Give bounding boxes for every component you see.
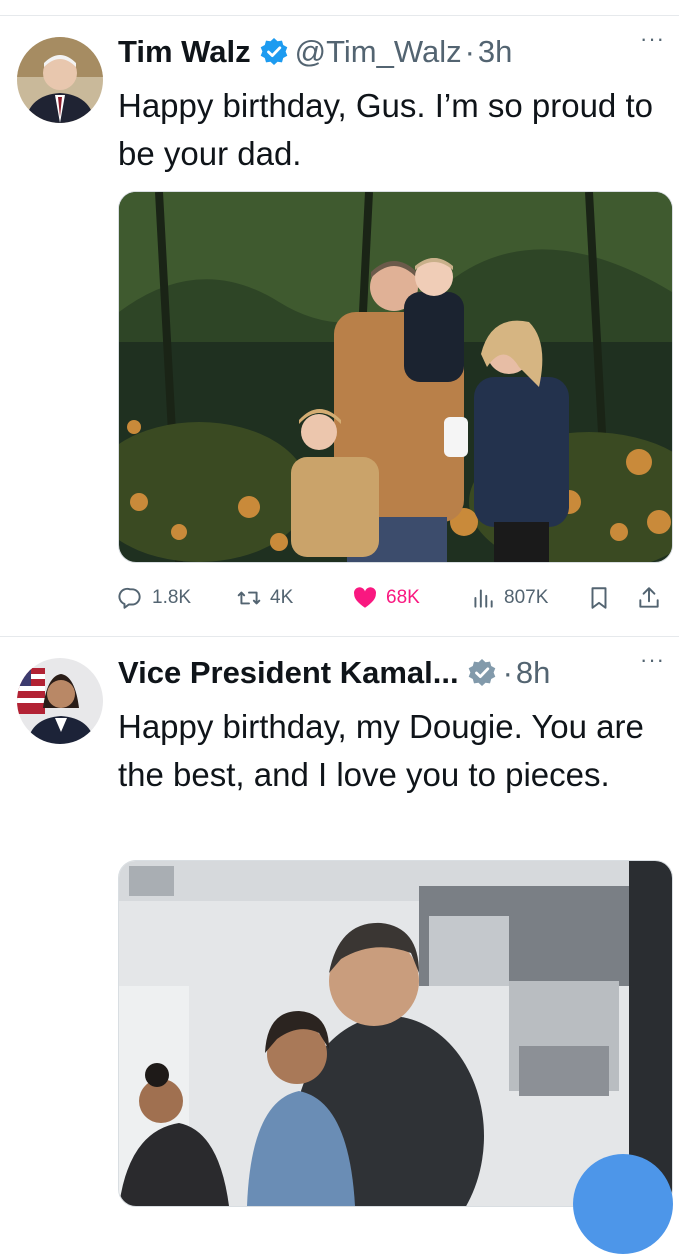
tweet-photo[interactable] [118, 191, 673, 563]
tweet-vice-president[interactable]: Vice President Kamal... · 8h ··· Happy b… [0, 637, 679, 1207]
avatar[interactable] [17, 37, 103, 123]
reply-button[interactable]: 1.8K [118, 578, 191, 618]
views-button[interactable]: 807K [470, 578, 548, 618]
share-icon [639, 587, 659, 608]
separator-dot: · [502, 655, 513, 690]
like-icon [354, 587, 377, 608]
verified-badge-icon [467, 658, 497, 688]
like-button[interactable]: 68K [352, 578, 420, 618]
author-name[interactable]: Tim Walz [118, 34, 251, 70]
tweet-header: Vice President Kamal... · 8h [118, 653, 659, 693]
separator-dot: · [464, 34, 475, 69]
retweet-button[interactable]: 4K [236, 578, 293, 618]
tweet-photo[interactable] [118, 860, 673, 1207]
timestamp[interactable]: 8h [516, 655, 550, 691]
reply-count: 1.8K [152, 587, 192, 608]
more-icon[interactable]: ··· [640, 26, 665, 52]
like-count: 68K [386, 587, 420, 608]
bookmark-button[interactable] [586, 578, 612, 618]
tweet-text: Happy birthday, my Dougie. You are the b… [118, 708, 644, 793]
bookmark-icon [591, 587, 607, 609]
tweet-actions: 1.8K 4K 68K 807K [118, 578, 671, 618]
views-count: 807K [504, 587, 549, 608]
tweet-text: Happy birthday, Gus. I’m so proud to be … [118, 87, 653, 172]
reply-icon [118, 587, 141, 609]
compose-button[interactable] [573, 1154, 673, 1254]
avatar[interactable] [17, 658, 103, 744]
verified-badge-icon [259, 37, 289, 67]
timestamp[interactable]: 3h [478, 34, 512, 70]
author-handle[interactable]: @Tim_Walz [295, 34, 462, 70]
share-button[interactable] [636, 578, 662, 618]
tweet-tim-walz[interactable]: Tim Walz @Tim_Walz · 3h ··· Happy birthd… [0, 16, 679, 636]
retweet-count: 4K [270, 587, 294, 608]
views-icon [474, 589, 493, 608]
more-icon[interactable]: ··· [640, 647, 665, 673]
author-name[interactable]: Vice President Kamal... [118, 655, 459, 691]
retweet-icon [237, 591, 261, 605]
tweet-header: Tim Walz @Tim_Walz · 3h [118, 32, 659, 72]
